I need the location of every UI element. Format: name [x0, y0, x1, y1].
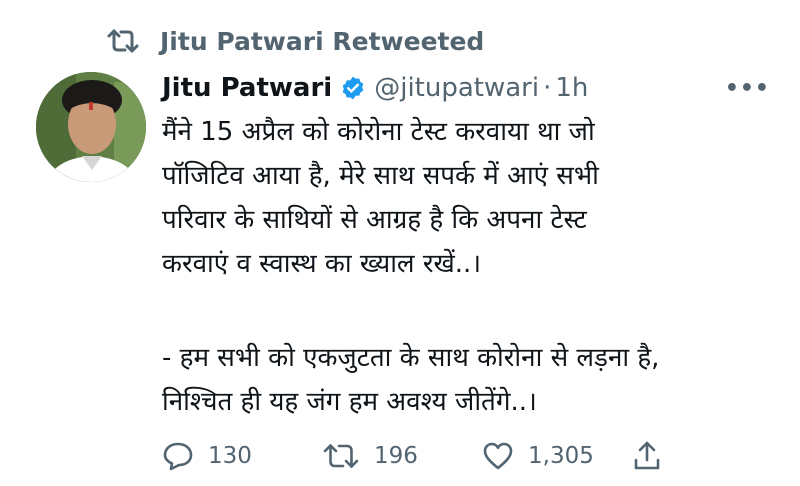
tweet-body-line: पॉजिटिव आया है, मेरे साथ सपर्क में आएं स…: [162, 161, 599, 191]
tweet-header: Jitu Patwari @jitupatwari · 1h: [162, 70, 588, 106]
separator-dot: ·: [543, 73, 552, 103]
retweet-context-label: Jitu Patwari Retweeted: [160, 26, 485, 56]
retweet-context[interactable]: Jitu Patwari Retweeted: [106, 24, 484, 58]
like-button[interactable]: 1,305: [482, 441, 632, 471]
reply-count: 130: [208, 443, 252, 469]
tweet-body-line: परिवार के साथियों से आग्रह है कि अपना टे…: [162, 205, 587, 235]
like-count: 1,305: [528, 443, 594, 469]
author-name[interactable]: Jitu Patwari: [162, 73, 332, 103]
tweet-body-line: निश्चित ही यह जंग हम अवश्य जीतेंगे..।: [162, 387, 537, 417]
tweet-body-line: मैंने 15 अप्रैल को कोरोना टेस्ट करवाया थ…: [162, 117, 595, 147]
retweet-button[interactable]: 196: [322, 442, 482, 470]
more-icon[interactable]: •••: [725, 76, 770, 101]
retweet-count: 196: [374, 443, 418, 469]
tweet-body-line: - हम सभी को एकजुटता के साथ कोरोना से लड़…: [162, 343, 660, 373]
tweet-timestamp[interactable]: 1h: [555, 73, 588, 103]
reply-button[interactable]: 130: [162, 441, 322, 471]
share-icon: [632, 440, 662, 472]
retweet-icon: [106, 28, 140, 54]
tweet-body: मैंने 15 अप्रैल को कोरोना टेस्ट करवाया थ…: [162, 110, 782, 424]
heart-icon: [482, 441, 514, 471]
tweet-actions: 130 196 1,305: [162, 436, 662, 476]
tweet-body-line: करवाएं व स्वास्थ का ख्याल रखें..।: [162, 249, 482, 279]
verified-badge-icon: [340, 75, 366, 101]
author-handle[interactable]: @jitupatwari: [374, 73, 539, 103]
reply-icon: [162, 441, 194, 471]
retweet-icon: [322, 442, 360, 470]
avatar[interactable]: [36, 72, 146, 182]
share-button[interactable]: [632, 440, 662, 472]
